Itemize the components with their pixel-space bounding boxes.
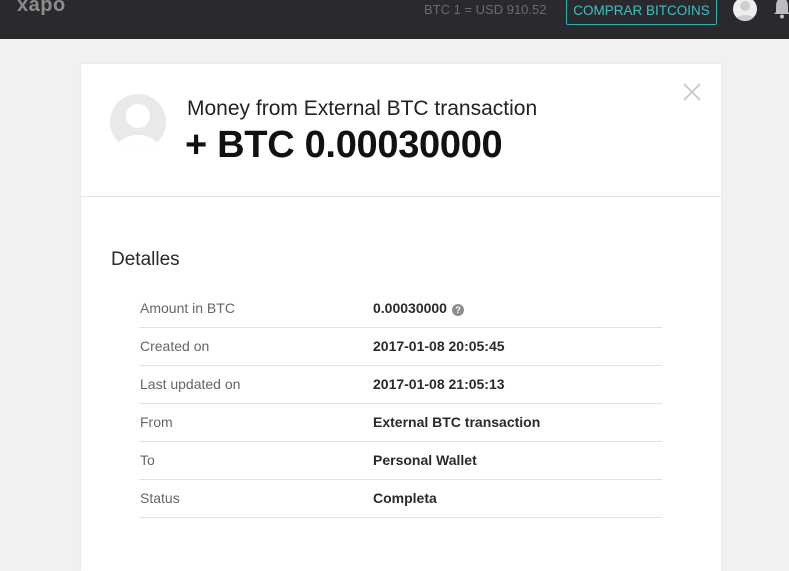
detail-row-updated: Last updated on 2017-01-08 21:05:13 (139, 366, 662, 404)
details-table: Amount in BTC 0.00030000? Created on 201… (139, 290, 662, 518)
transaction-title: Money from External BTC transaction (187, 97, 538, 120)
detail-label: Created on (140, 338, 210, 354)
transaction-amount: + BTC 0.00030000 (185, 124, 503, 166)
bell-icon[interactable] (772, 0, 789, 20)
detail-value: 0.00030000? (373, 300, 464, 316)
detail-row-created: Created on 2017-01-08 20:05:45 (139, 328, 662, 366)
xapo-logo[interactable]: xapo (17, 0, 66, 17)
amount-value: 0.00030000 (373, 300, 447, 316)
detail-value: 2017-01-08 20:05:45 (373, 338, 505, 354)
transaction-detail-card: Money from External BTC transaction + BT… (81, 64, 721, 571)
detail-row-status: Status Completa (139, 480, 662, 518)
detail-row-to: To Personal Wallet (139, 442, 662, 480)
detail-value: External BTC transaction (373, 414, 541, 430)
buy-bitcoins-button[interactable]: COMPRAR BITCOINS (566, 0, 717, 25)
transaction-header: Money from External BTC transaction + BT… (81, 64, 721, 197)
user-avatar-icon (110, 94, 166, 150)
detail-label: Status (140, 490, 180, 506)
detail-row-from: From External BTC transaction (139, 404, 662, 442)
detail-label: Last updated on (140, 376, 241, 392)
top-navigation-bar: xapo BTC 1 = USD 910.52 COMPRAR BITCOINS (0, 0, 789, 39)
detail-label: From (140, 414, 173, 430)
btc-exchange-rate: BTC 1 = USD 910.52 (424, 2, 547, 17)
detail-value: Personal Wallet (373, 452, 477, 468)
detail-row-amount: Amount in BTC 0.00030000? (139, 290, 662, 328)
help-icon[interactable]: ? (451, 304, 464, 316)
detail-value: Completa (373, 490, 437, 506)
detail-label: To (140, 452, 155, 468)
detail-label: Amount in BTC (140, 300, 235, 316)
detail-value: 2017-01-08 21:05:13 (373, 376, 505, 392)
details-heading: Detalles (111, 249, 180, 270)
close-icon[interactable] (682, 82, 702, 102)
user-avatar-icon[interactable] (733, 0, 757, 21)
